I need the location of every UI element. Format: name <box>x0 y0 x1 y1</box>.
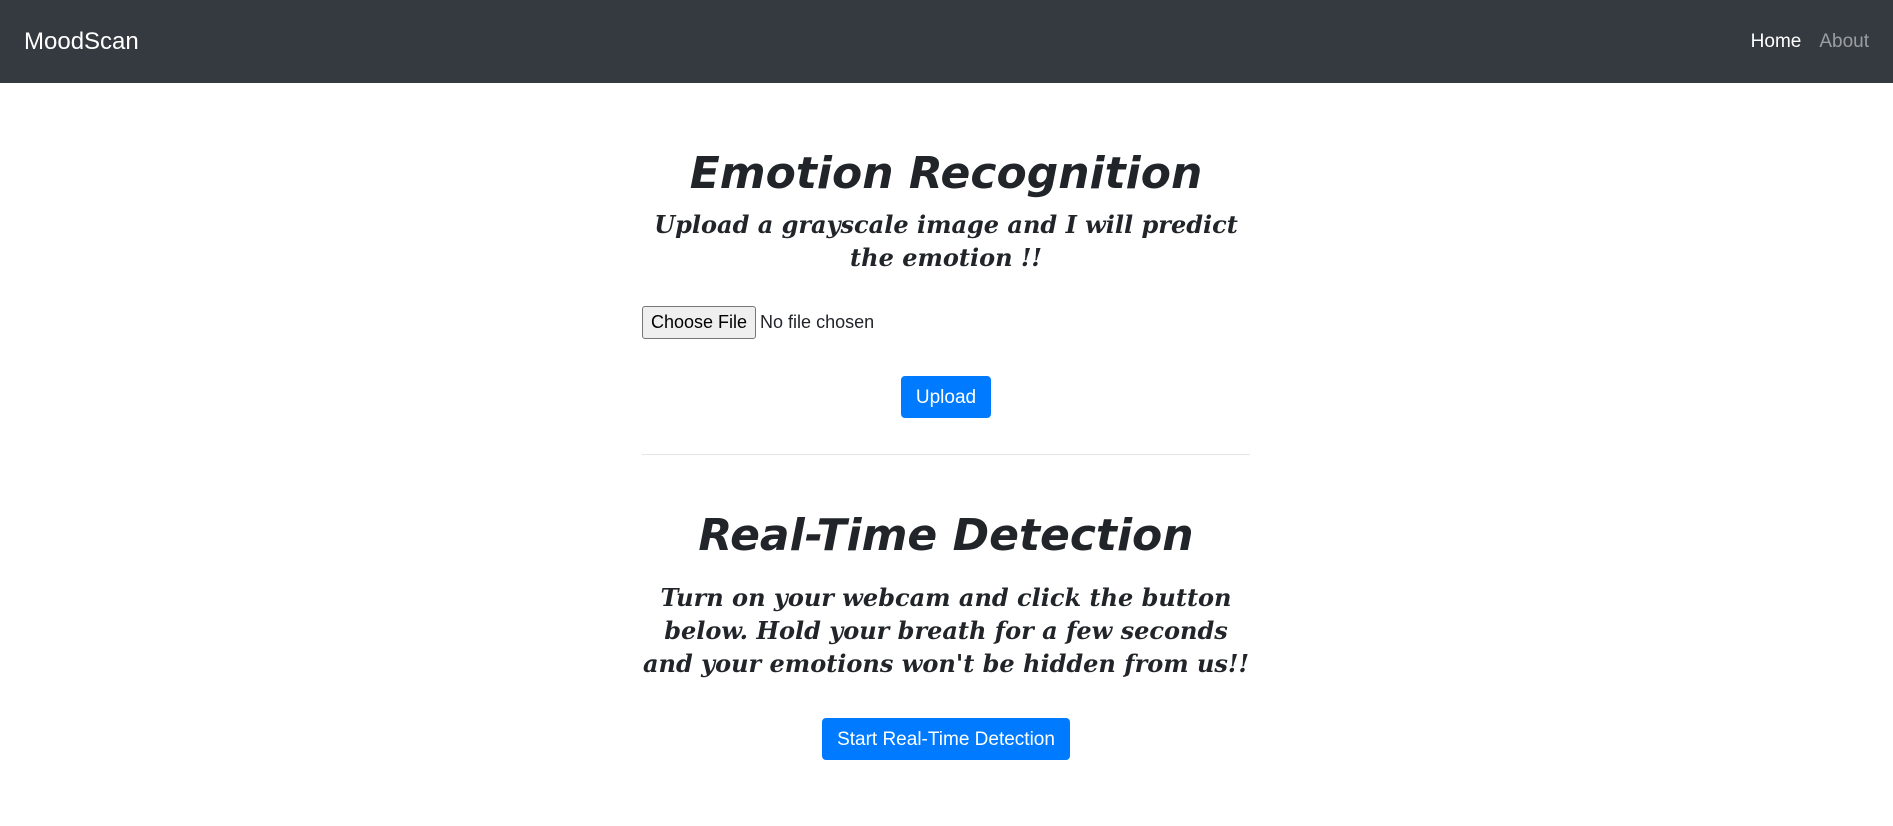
realtime-section-subtitle: Turn on your webcam and click the button… <box>642 583 1249 679</box>
upload-button[interactable]: Upload <box>900 375 992 418</box>
section-divider <box>642 453 1250 455</box>
realtime-section-title: Real-Time Detection <box>698 509 1194 561</box>
upload-section-subtitle: Upload a grayscale image and I will pred… <box>654 209 1238 272</box>
nav-links: Home About <box>1751 31 1869 53</box>
upload-section-title: Emotion Recognition <box>689 148 1203 199</box>
main-content: Emotion Recognition Upload a grayscale i… <box>642 83 1250 761</box>
upload-section: Emotion Recognition Upload a grayscale i… <box>642 148 1250 418</box>
file-input[interactable]: Choose File No file chosen <box>642 306 1250 340</box>
nav-link-home[interactable]: Home <box>1751 31 1802 53</box>
file-status-text: No file chosen <box>760 312 875 333</box>
brand-logo-link[interactable]: MoodScan <box>24 28 139 56</box>
start-realtime-detection-button[interactable]: Start Real-Time Detection <box>822 718 1070 761</box>
realtime-section: Real-Time Detection Turn on your webcam … <box>642 509 1250 761</box>
upload-button-wrapper: Upload <box>642 375 1250 418</box>
choose-file-button[interactable]: Choose File <box>642 306 757 340</box>
top-navbar: MoodScan Home About <box>0 0 1893 83</box>
start-button-wrapper: Start Real-Time Detection <box>642 718 1250 761</box>
nav-link-about[interactable]: About <box>1819 31 1869 53</box>
